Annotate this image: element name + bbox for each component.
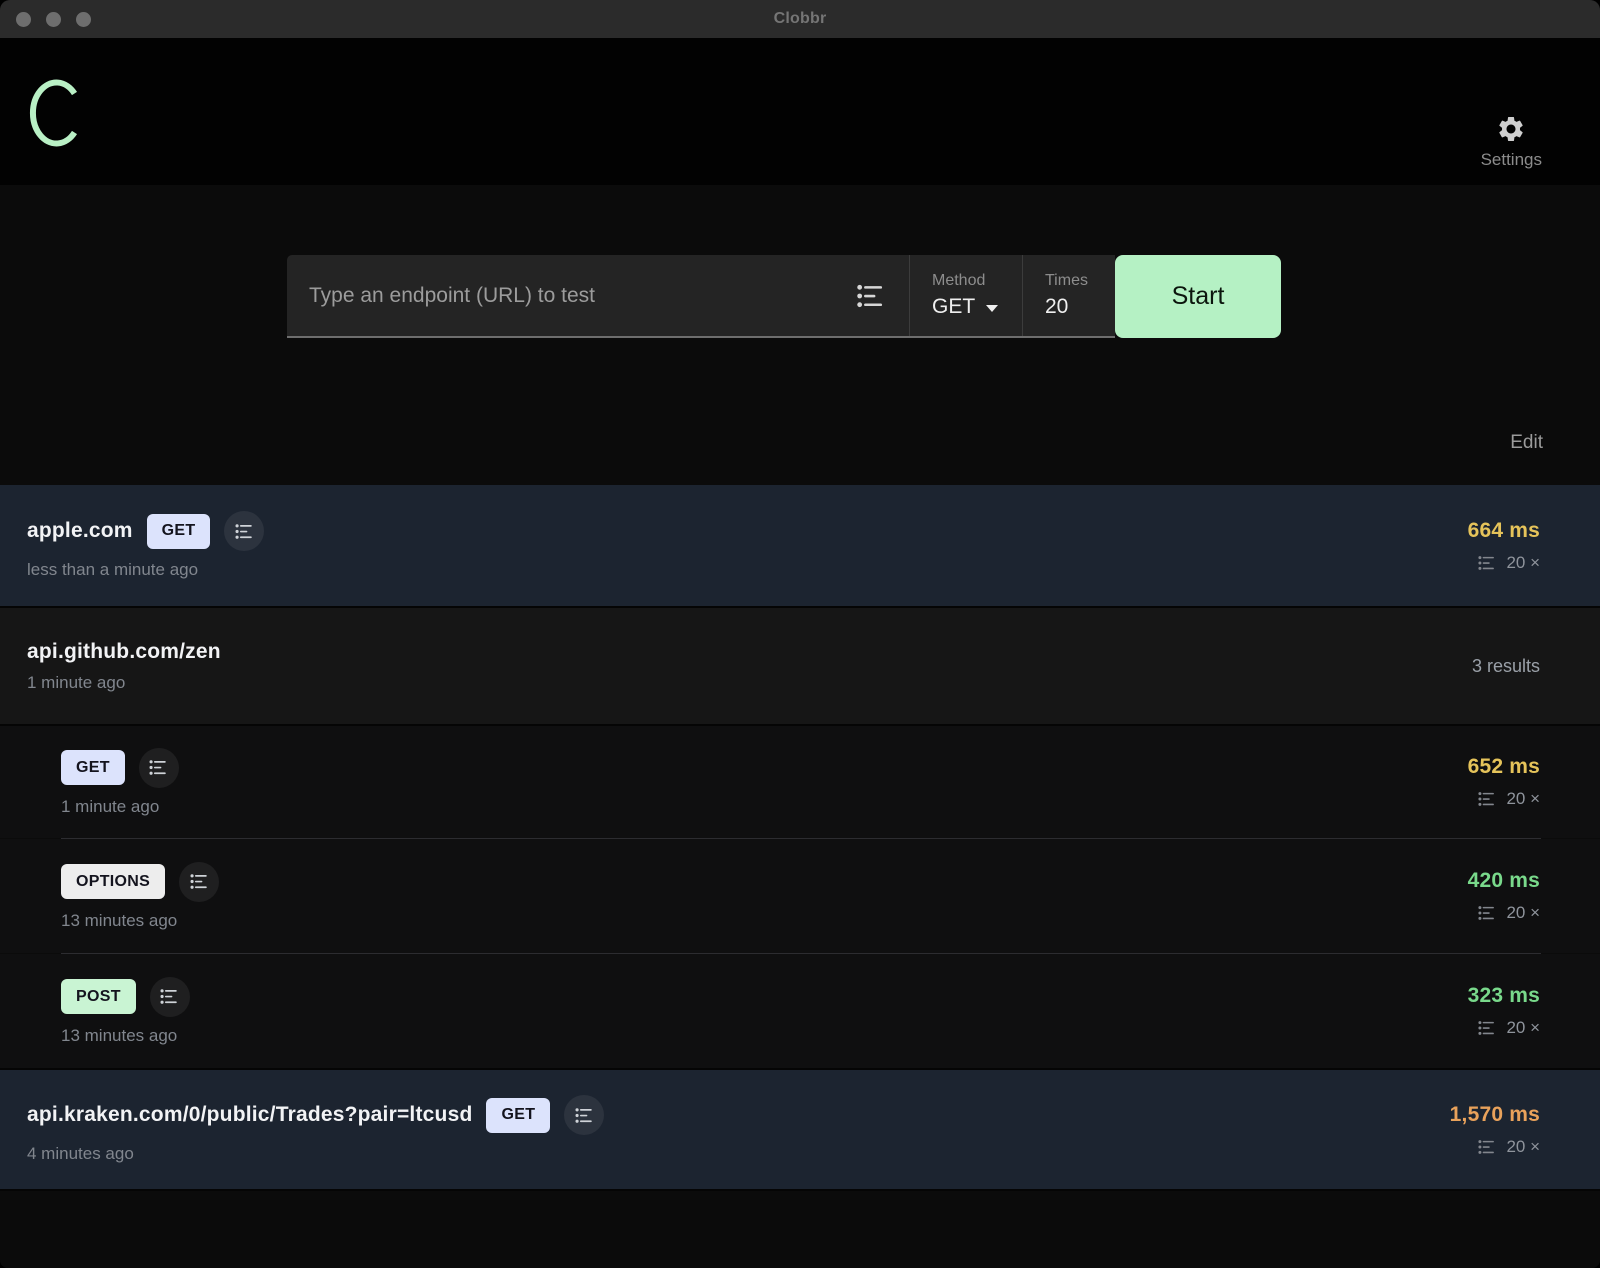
method-chip: GET: [486, 1098, 550, 1133]
settings-button[interactable]: Settings: [1481, 114, 1542, 170]
settings-label: Settings: [1481, 150, 1542, 170]
iterations-icon: [1477, 1018, 1497, 1038]
duration-value: 1,570 ms: [1450, 1103, 1540, 1127]
times-value: 20: [1045, 295, 1115, 319]
duration-value: 420 ms: [1468, 869, 1540, 893]
result-subrow-post[interactable]: POST 13 minutes ago 323 ms 20 ×: [0, 954, 1600, 1068]
edit-button[interactable]: Edit: [1510, 432, 1543, 453]
method-select[interactable]: Method GET: [910, 255, 1023, 336]
titlebar: Clobbr: [0, 0, 1600, 38]
iterations-count: 20 ×: [1506, 903, 1540, 923]
method-chip: GET: [147, 514, 211, 549]
window-title: Clobbr: [774, 10, 827, 28]
endpoint-row-kraken[interactable]: api.kraken.com/0/public/Trades?pair=ltcu…: [0, 1068, 1600, 1189]
iterations: 20 ×: [1477, 789, 1540, 809]
method-chip: POST: [61, 979, 136, 1014]
endpoint-row-apple[interactable]: apple.com GET less than a minute ago 664…: [0, 485, 1600, 606]
footer-spacer: [0, 1189, 1600, 1268]
times-field[interactable]: Times 20: [1023, 255, 1115, 336]
iterations-count: 20 ×: [1506, 553, 1540, 573]
duration-value: 652 ms: [1468, 755, 1540, 779]
duration-value: 664 ms: [1468, 519, 1540, 543]
endpoint-url: apple.com: [27, 519, 133, 543]
time-ago: 13 minutes ago: [61, 911, 219, 931]
app-header: Settings: [0, 38, 1600, 185]
equalizer-icon: [234, 521, 255, 542]
configure-icon-button[interactable]: [224, 511, 264, 551]
clobbr-logo-icon: [28, 78, 82, 148]
iterations-icon: [1477, 903, 1497, 923]
method-chip: OPTIONS: [61, 864, 165, 899]
iterations-icon: [1477, 1137, 1497, 1157]
iterations: 20 ×: [1477, 1137, 1540, 1157]
result-subrow-get[interactable]: GET 1 minute ago 652 ms 20 ×: [0, 724, 1600, 838]
times-label: Times: [1045, 272, 1115, 290]
time-ago: 4 minutes ago: [27, 1144, 604, 1164]
endpoint-url: api.github.com/zen: [27, 640, 221, 664]
iterations: 20 ×: [1477, 553, 1540, 573]
main-content: Method GET Times 20 Start Edit: [0, 185, 1600, 1268]
equalizer-icon: [148, 757, 169, 778]
iterations-icon: [1477, 553, 1497, 573]
results-list: apple.com GET less than a minute ago 664…: [0, 485, 1600, 1189]
configure-icon-button[interactable]: [564, 1095, 604, 1135]
zoom-button[interactable]: [76, 12, 91, 27]
configure-icon-button[interactable]: [150, 977, 190, 1017]
chevron-down-icon: [986, 305, 998, 312]
iterations-count: 20 ×: [1506, 1018, 1540, 1038]
start-button[interactable]: Start: [1115, 255, 1281, 338]
iterations: 20 ×: [1477, 903, 1540, 923]
iterations: 20 ×: [1477, 1018, 1540, 1038]
time-ago: 1 minute ago: [27, 673, 221, 693]
equalizer-icon: [574, 1105, 595, 1126]
configure-icon-button[interactable]: [139, 748, 179, 788]
traffic-lights: [16, 0, 91, 38]
endpoint-row-github[interactable]: api.github.com/zen 1 minute ago 3 result…: [0, 606, 1600, 724]
result-subrow-options[interactable]: OPTIONS 13 minutes ago 420 ms 20 ×: [0, 839, 1600, 953]
close-button[interactable]: [16, 12, 31, 27]
iterations-count: 20 ×: [1506, 1137, 1540, 1157]
time-ago: less than a minute ago: [27, 560, 264, 580]
url-input[interactable]: [291, 284, 855, 308]
gear-icon: [1496, 114, 1526, 144]
url-input-segment: [287, 255, 910, 336]
configure-request-icon[interactable]: [855, 280, 887, 312]
results-count: 3 results: [1472, 656, 1540, 677]
iterations-count: 20 ×: [1506, 789, 1540, 809]
endpoint-url: api.kraken.com/0/public/Trades?pair=ltcu…: [27, 1103, 472, 1127]
equalizer-icon: [159, 986, 180, 1007]
list-actions: Edit: [0, 432, 1600, 458]
equalizer-icon: [189, 871, 210, 892]
endpoint-toolbar: Method GET Times 20 Start: [287, 255, 1281, 338]
time-ago: 1 minute ago: [61, 797, 179, 817]
minimize-button[interactable]: [46, 12, 61, 27]
method-value: GET: [932, 295, 975, 319]
duration-value: 323 ms: [1468, 984, 1540, 1008]
configure-icon-button[interactable]: [179, 862, 219, 902]
app-window: Clobbr Settings Method: [0, 0, 1600, 1268]
method-chip: GET: [61, 750, 125, 785]
iterations-icon: [1477, 789, 1497, 809]
method-label: Method: [932, 272, 1022, 290]
time-ago: 13 minutes ago: [61, 1026, 190, 1046]
